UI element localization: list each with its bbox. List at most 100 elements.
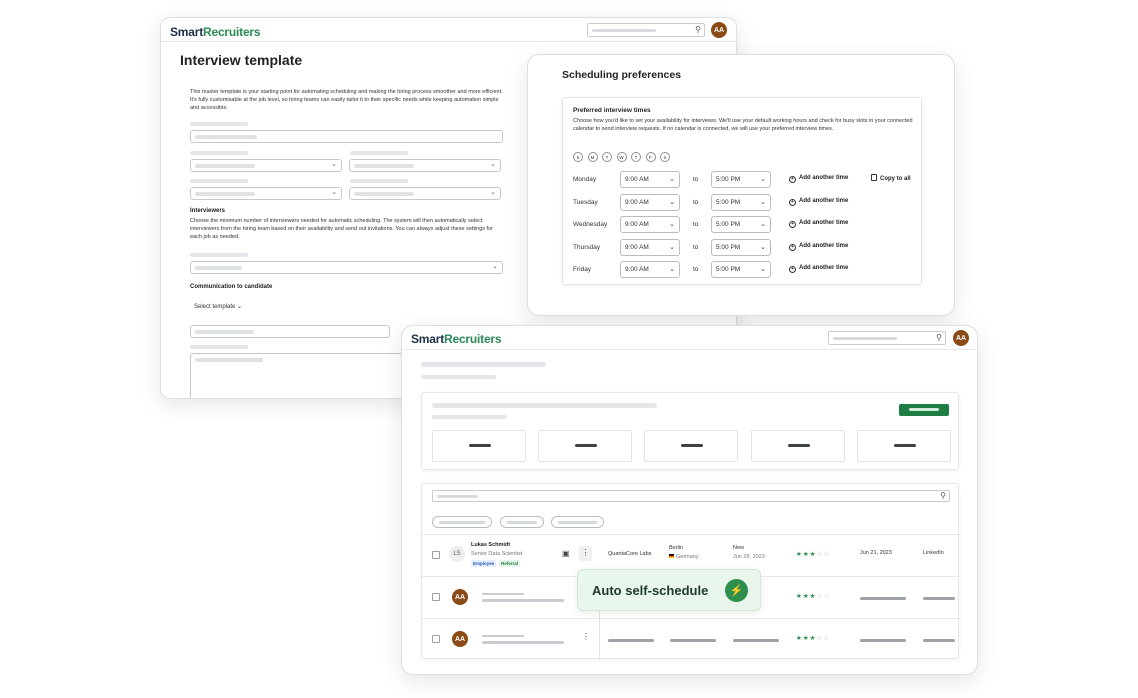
copy-to-all-button[interactable]: Copy to all (871, 174, 911, 182)
candidate-rating[interactable]: ★★★☆☆ (796, 592, 830, 600)
brand-logo[interactable]: SmartRecruiters (170, 25, 261, 39)
select-template-button[interactable]: Select template ⌄ (194, 303, 242, 310)
to-label: to (693, 176, 699, 183)
auto-self-schedule-toast[interactable]: Auto self-schedule ⚡ (577, 569, 761, 611)
start-time-select[interactable]: 9:00 AM ⌄ (620, 216, 680, 233)
plus-circle-icon: + (789, 221, 796, 228)
more-options-icon[interactable]: ⋮ (579, 546, 592, 561)
day-chip[interactable]: F (645, 152, 656, 162)
dropdown-2[interactable]: ⌄ (349, 159, 501, 172)
to-label: to (693, 266, 699, 273)
message-body-field[interactable] (190, 353, 420, 398)
more-options-icon[interactable]: ⋮ (582, 632, 590, 641)
chevron-down-icon: ⌄ (490, 189, 496, 196)
dropdown-4[interactable]: ⌄ (349, 187, 501, 200)
page-title: Interview template (180, 52, 303, 68)
dropdown-3[interactable]: ⌄ (190, 187, 342, 200)
chevron-down-icon: ⌄ (760, 221, 766, 228)
stat-card[interactable] (751, 430, 845, 462)
lightning-bolt-icon: ⚡ (725, 579, 748, 602)
end-time-select[interactable]: 5:00 PM ⌄ (711, 216, 771, 233)
filter-chip[interactable] (551, 516, 604, 528)
search-icon: ⚲ (936, 333, 942, 342)
day-label: Monday (573, 176, 597, 183)
candidate-role: Senior Data Scientist (471, 551, 523, 557)
to-label: to (693, 243, 699, 251)
day-label: Tuesday (573, 198, 598, 206)
row-checkbox[interactable] (432, 593, 440, 601)
candidate-name[interactable]: Lukas Schmidt (471, 542, 510, 548)
communication-heading: Communication to candidate (190, 284, 273, 290)
add-another-time-button[interactable]: + Add another time (789, 175, 848, 183)
star-empty-icon: ☆ (823, 551, 831, 558)
stat-card[interactable] (538, 430, 632, 462)
end-time-select[interactable]: 5:00 PM ⌄ (711, 238, 771, 256)
tag-employee: Employee (471, 560, 497, 567)
table-row[interactable]: AA ⋮ ★★★☆☆ (422, 619, 960, 660)
row-checkbox[interactable] (432, 635, 440, 643)
candidate-rating[interactable]: ★★★☆☆ (796, 550, 830, 558)
end-time-select[interactable]: 5:00 PM ⌄ (711, 171, 771, 188)
candidate-rating[interactable]: ★★★☆☆ (796, 634, 830, 642)
search-input[interactable]: ⚲ (828, 331, 946, 345)
chevron-down-icon: ⌄ (331, 189, 337, 196)
stat-card[interactable] (432, 430, 526, 462)
filter-chip[interactable] (500, 516, 544, 528)
day-chip[interactable]: M (587, 152, 598, 162)
avatar[interactable]: AA (711, 22, 727, 38)
day-label: Wednesday (573, 221, 608, 228)
end-time-select[interactable]: 5:00 PM ⌄ (711, 193, 771, 211)
add-another-time-button[interactable]: + Add another time (789, 265, 848, 273)
chevron-down-icon: ⌄ (669, 243, 675, 251)
add-another-time-button[interactable]: + Add another time (789, 198, 848, 206)
avatar[interactable]: AA (953, 330, 969, 346)
chevron-down-icon: ⌄ (669, 176, 675, 183)
candidate-country: Germany (669, 554, 699, 560)
row-checkbox[interactable] (432, 551, 440, 559)
stat-card[interactable] (857, 430, 951, 462)
day-chip[interactable]: S (573, 152, 583, 162)
chevron-down-icon: ⌄ (760, 198, 766, 206)
chevron-down-icon: ⌄ (760, 266, 766, 273)
interviewers-heading: Interviewers (190, 208, 226, 214)
search-icon: ⚲ (940, 491, 946, 500)
plus-circle-icon: + (789, 198, 796, 206)
start-time-select[interactable]: 9:00 AM ⌄ (620, 238, 680, 256)
interviewers-dropdown[interactable]: ⌄ (190, 261, 503, 274)
add-another-time-button[interactable]: + Add another time (789, 243, 848, 251)
subject-field[interactable] (190, 325, 390, 338)
interviewers-text: Choose the minimum number of interviewer… (190, 218, 493, 240)
candidate-status-date: Jun 28, 2023 (733, 554, 765, 560)
day-chip[interactable]: W (616, 152, 627, 162)
add-another-time-button[interactable]: + Add another time (789, 220, 848, 228)
brand-logo[interactable]: SmartRecruiters (411, 332, 502, 346)
star-filled-icon: ★ (796, 593, 803, 600)
candidate-applied-date: Jun 21, 2023 (860, 550, 892, 556)
tag-referral: Referral (499, 560, 521, 567)
star-filled-icon: ★ (802, 635, 810, 642)
day-chip[interactable]: T (602, 152, 612, 162)
star-filled-icon: ★ (796, 635, 803, 642)
filter-chip[interactable] (432, 516, 492, 528)
start-time-select[interactable]: 9:00 AM ⌄ (620, 193, 680, 211)
end-time-select[interactable]: 5:00 PM ⌄ (711, 261, 771, 278)
candidate-status: New (733, 545, 745, 551)
search-input[interactable]: ⚲ (587, 23, 705, 37)
chevron-down-icon: ⌄ (492, 263, 498, 270)
start-time-select[interactable]: 9:00 AM ⌄ (620, 171, 680, 188)
primary-action-button[interactable] (899, 404, 949, 416)
stat-card[interactable] (644, 430, 738, 462)
day-chip[interactable]: T (631, 152, 641, 162)
to-label: to (693, 221, 699, 228)
dropdown-1[interactable]: ⌄ (190, 159, 342, 172)
start-time-select[interactable]: 9:00 AM ⌄ (620, 261, 680, 278)
chevron-down-icon: ⌄ (669, 221, 675, 228)
candidate-search-input[interactable]: ⚲ (432, 490, 950, 502)
scan-face-icon[interactable]: ▣ (562, 549, 570, 558)
day-chip[interactable]: S (660, 152, 670, 162)
candidate-city: Berlin (669, 545, 684, 551)
preferred-times-description: Choose how you'd like to set your availa… (573, 118, 913, 132)
chevron-down-icon: ⌄ (760, 176, 766, 183)
template-name-field[interactable] (190, 130, 503, 143)
star-filled-icon: ★ (802, 551, 810, 558)
